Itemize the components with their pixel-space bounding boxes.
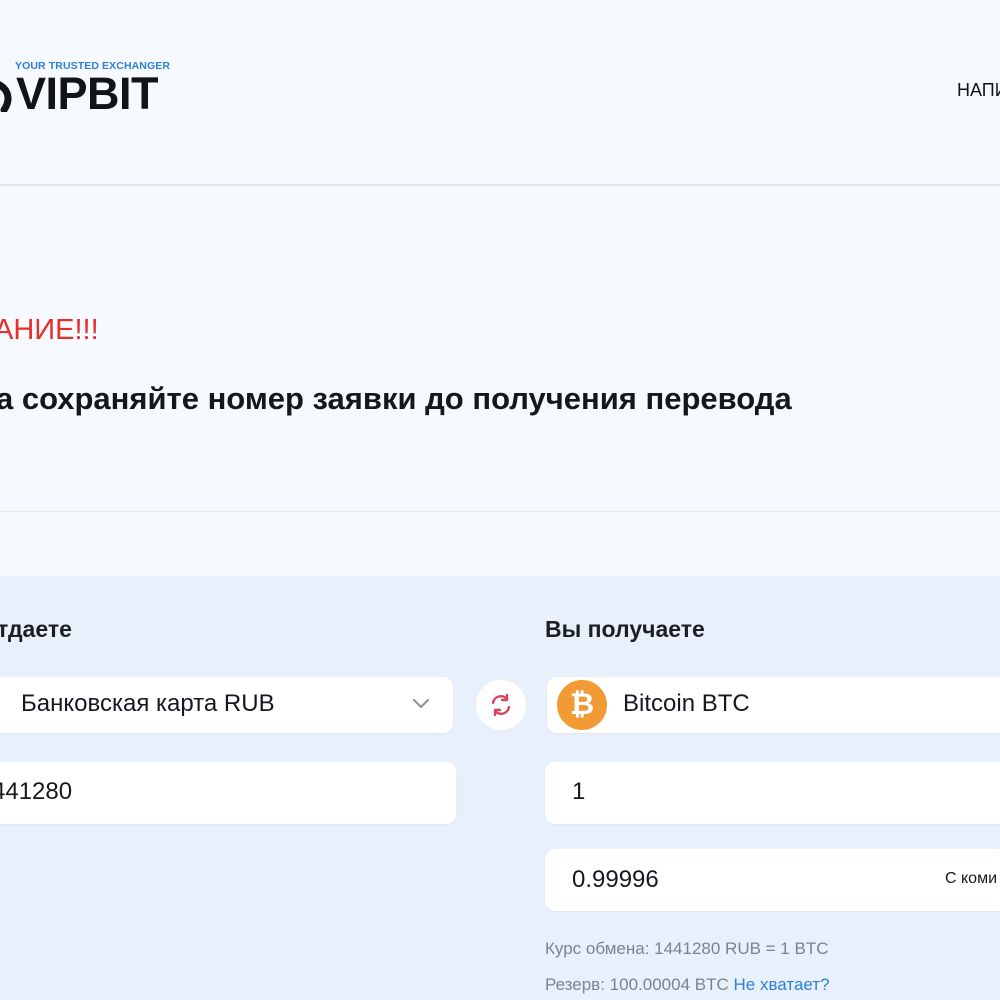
reserve-text: Резерв: 100.00004 BTC bbox=[545, 975, 729, 994]
logo-mark-icon bbox=[0, 81, 12, 112]
reserve-line: Резерв: 100.00004 BTC Не хватает? bbox=[545, 975, 830, 995]
swap-button[interactable] bbox=[476, 680, 526, 730]
swap-icon bbox=[491, 693, 511, 717]
receive-amount-input[interactable] bbox=[545, 762, 1000, 824]
exchange-rate: Курс обмена: 1441280 RUB = 1 BTC bbox=[545, 939, 829, 958]
receive-heading: Вы получаете bbox=[545, 616, 705, 642]
page: YOUR TRUSTED EXCHANGER VIPBIT НАПИ АНИЕ!… bbox=[0, 0, 1000, 1000]
chevron-down-icon bbox=[413, 699, 429, 708]
bitcoin-icon: ₿ bbox=[557, 680, 607, 730]
notice-text: а сохраняйте номер заявки до получения п… bbox=[0, 381, 792, 416]
not-enough-link[interactable]: Не хватает? bbox=[733, 975, 829, 994]
receive-currency-select[interactable] bbox=[547, 677, 1000, 733]
fee-label: С коми bbox=[945, 870, 998, 887]
give-amount-value: 441280 bbox=[0, 778, 73, 805]
receive-amount-value: 1 bbox=[572, 778, 586, 805]
header-divider bbox=[0, 184, 1000, 186]
notice-title: АНИЕ!!! bbox=[0, 314, 99, 346]
give-currency-label: Банковская карта RUB bbox=[21, 690, 275, 717]
receive-currency-label: Bitcoin BTC bbox=[623, 690, 750, 717]
receive-with-fee-value: 0.99996 bbox=[572, 866, 659, 893]
give-heading: тдаете bbox=[0, 616, 72, 642]
nav-link-write[interactable]: НАПИ bbox=[957, 80, 1000, 101]
notice-divider bbox=[0, 511, 1000, 512]
logo-brand-name[interactable]: VIPBIT bbox=[16, 68, 159, 120]
